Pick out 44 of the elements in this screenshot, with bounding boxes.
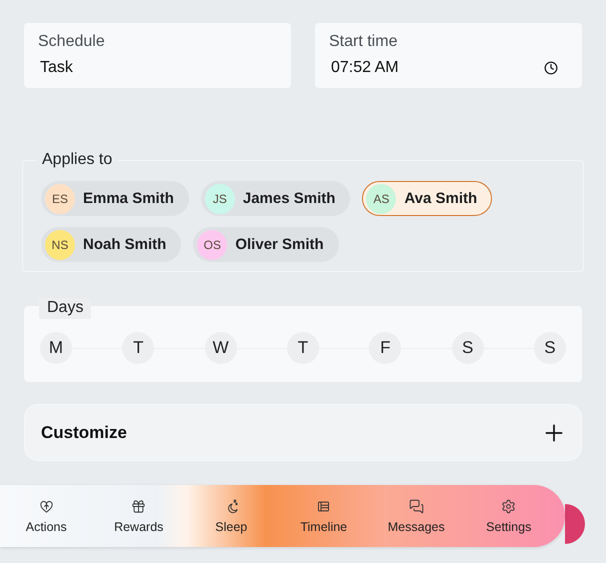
- field-value: 07:52 AM: [331, 59, 399, 77]
- avatar: ES: [45, 184, 75, 214]
- nav-item[interactable]: Rewards: [108, 498, 169, 534]
- person-chip[interactable]: JS James Smith: [200, 181, 350, 216]
- nav-item[interactable]: Messages: [386, 498, 446, 534]
- list-icon: [316, 498, 332, 514]
- schedule-field[interactable]: Schedule Task: [24, 23, 291, 88]
- customize-button[interactable]: Customize: [24, 404, 582, 461]
- person-chip[interactable]: ES Emma Smith: [41, 181, 189, 216]
- person-chip[interactable]: AS Ava Smith: [362, 181, 492, 216]
- clock-icon[interactable]: [544, 61, 558, 75]
- settings-icon: [501, 498, 516, 514]
- nav-item[interactable]: Actions: [16, 498, 76, 534]
- avatar: OS: [197, 230, 228, 260]
- day-toggle[interactable]: F: [369, 332, 402, 364]
- person-name: Oliver Smith: [235, 236, 324, 253]
- day-toggle[interactable]: M: [40, 332, 72, 364]
- nav-item[interactable]: Settings: [478, 498, 539, 534]
- start-time-field[interactable]: Start time 07:52 AM: [315, 23, 582, 88]
- person-chip[interactable]: OS Oliver Smith: [193, 227, 339, 262]
- day-toggle[interactable]: S: [452, 332, 484, 364]
- day-toggle[interactable]: T: [286, 332, 319, 364]
- avatar: NS: [45, 230, 75, 260]
- avatar: AS: [366, 184, 396, 214]
- person-name: Noah Smith: [83, 236, 166, 253]
- floating-button[interactable]: [565, 504, 585, 544]
- day-toggle[interactable]: W: [204, 332, 237, 364]
- person-name: Emma Smith: [83, 190, 174, 207]
- day-toggle[interactable]: S: [534, 332, 566, 364]
- group-label: Applies to: [37, 151, 118, 169]
- day-toggle[interactable]: T: [122, 332, 154, 364]
- field-label: Schedule: [38, 33, 106, 51]
- person-chip[interactable]: NS Noah Smith: [41, 227, 182, 262]
- gift-icon: [131, 498, 146, 514]
- person-name: James Smith: [242, 190, 336, 207]
- field-label: Start time: [329, 33, 398, 51]
- nav-item[interactable]: Sleep: [201, 498, 262, 534]
- avatar: JS: [204, 184, 235, 214]
- group-label: Days: [39, 298, 92, 319]
- heart-arrow-icon: [38, 498, 54, 514]
- nav-item[interactable]: Timeline: [294, 498, 354, 534]
- field-value: Task: [40, 59, 73, 77]
- chat-icon: [408, 498, 424, 514]
- person-name: Ava Smith: [404, 190, 478, 207]
